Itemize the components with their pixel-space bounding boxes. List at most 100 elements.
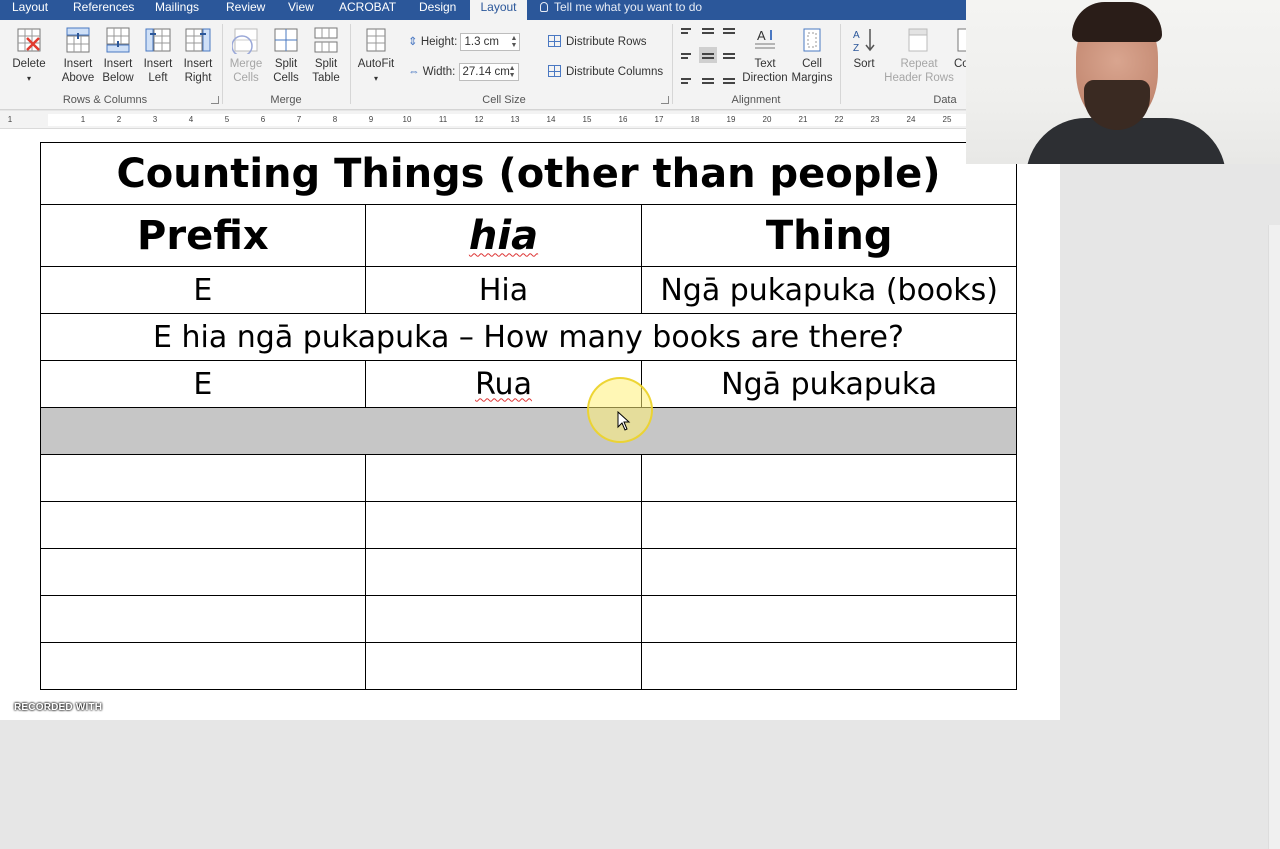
insert-above-button[interactable]: Insert Above [58,24,98,85]
cell-prefix: E [193,366,213,402]
row-height-value: 1.3 cm [464,35,499,48]
align-middle-left-icon[interactable] [678,47,696,63]
table-cell[interactable]: hia [364,204,643,267]
cell-margins-button[interactable]: Cell Margins [790,24,834,85]
table-row [40,548,1017,596]
table-cell[interactable]: E [40,266,366,314]
ruler-tick: 21 [798,115,808,124]
repeat-header-rows-icon [908,28,928,52]
counting-table[interactable]: Counting Things (other than people) Pref… [40,142,1017,690]
ruler-tick: 25 [942,115,952,124]
spin-arrows-icon[interactable]: ▲ ▼ [509,65,516,79]
sort-button[interactable]: AZ Sort [844,24,884,71]
insert-left-button[interactable]: Insert Left [138,24,178,85]
table-cell[interactable]: Prefix [40,204,366,267]
table-cell[interactable] [641,501,1017,549]
table-cell[interactable]: Ngā pukapuka (books) [641,266,1017,314]
cell-sentence: E hia ngā pukapuka – How many books are … [153,319,904,355]
align-middle-right-icon[interactable] [720,47,738,63]
table-cell[interactable] [641,642,1017,690]
table-cell[interactable] [40,595,366,643]
ruler-tick: 22 [834,115,844,124]
align-top-center-icon[interactable] [699,24,717,40]
repeat-header-rows-label: Repeat Header Rows [884,58,954,84]
text-direction-button[interactable]: A Text Direction [740,24,790,85]
merge-cells-icon [232,28,258,54]
align-bottom-center-icon[interactable] [699,70,717,86]
tab-design[interactable]: Design [413,0,462,20]
table-cell[interactable]: E [40,360,366,408]
insert-below-button[interactable]: Insert Below [98,24,138,85]
tab-references[interactable]: References [67,0,140,20]
table-cell[interactable] [364,642,643,690]
table-cell[interactable] [641,454,1017,502]
align-top-right-icon[interactable] [720,24,738,40]
cell-thing: Ngā pukapuka [721,366,938,402]
row-height-input[interactable]: 1.3 cm ▲ ▼ [460,32,521,51]
vertical-scrollbar[interactable] [1268,225,1280,849]
ruler-tick: 19 [726,115,736,124]
split-cells-button[interactable]: Split Cells [266,24,306,85]
delete-button[interactable]: Delete ▾ [8,24,50,86]
table-cell[interactable] [40,642,366,690]
convert-to-text-label: Co [954,58,966,70]
dialog-launcher-icon[interactable] [211,96,219,104]
tab-acrobat[interactable]: ACROBAT [333,0,402,20]
group-label-alignment: Alignment [731,94,781,106]
ruler-tick: 23 [870,115,880,124]
dialog-launcher-icon[interactable] [661,96,669,104]
distribute-columns-button[interactable]: Distribute Columns [548,62,663,82]
merge-cells-button[interactable]: Merge Cells [226,24,266,85]
group-label-cell-size: Cell Size [482,94,526,106]
split-table-icon [314,27,338,53]
table-cell[interactable]: Ngā pukapuka [641,360,1017,408]
spin-arrows-icon[interactable]: ▲ ▼ [511,35,518,49]
table-cell[interactable] [364,595,643,643]
align-bottom-right-icon[interactable] [720,70,738,86]
table-cell[interactable] [364,454,643,502]
sort-icon: AZ [853,29,875,54]
table-cell[interactable] [40,454,366,502]
table-cell[interactable] [364,548,643,596]
table-cell[interactable]: Hia [364,266,643,314]
align-bottom-left-icon[interactable] [678,70,696,86]
merged-selected-cell[interactable] [40,407,1017,455]
lightbulb-icon [540,2,548,12]
tab-layout-table[interactable]: Layout [470,0,527,20]
presenter-hair [1072,2,1162,42]
tab-layout-page[interactable]: Layout [6,0,54,20]
insert-right-button[interactable]: Insert Right [178,24,218,85]
align-center-icon[interactable] [699,47,717,63]
document-page[interactable]: Counting Things (other than people) Pref… [0,129,1060,720]
convert-to-text-button[interactable]: Co [954,24,966,71]
table-cell[interactable] [641,548,1017,596]
ruler-tick: 3 [152,115,158,124]
repeat-header-rows-button[interactable]: Repeat Header Rows [884,24,954,85]
table-cell[interactable] [40,548,366,596]
split-table-label: Split Table [312,58,340,84]
header-prefix: Prefix [137,212,269,259]
tab-review[interactable]: Review [220,0,271,20]
table-title-cell[interactable]: Counting Things (other than people) [40,142,1017,205]
selected-table-row [40,407,1017,455]
autofit-button[interactable]: AutoFit ▾ [354,24,398,86]
svg-text:A: A [757,28,766,43]
ruler-tick: 14 [546,115,556,124]
split-table-button[interactable]: Split Table [306,24,346,85]
tab-mailings[interactable]: Mailings [149,0,205,20]
insert-right-label: Insert Right [183,58,213,84]
horizontal-ruler[interactable]: 1 1 2 3 4 5 6 7 8 9 10 11 12 13 14 15 16… [0,111,966,129]
table-cell[interactable]: E hia ngā pukapuka – How many books are … [40,313,1017,361]
table-cell[interactable] [40,501,366,549]
table-cell[interactable] [641,595,1017,643]
align-top-left-icon[interactable] [678,24,696,40]
column-width-input[interactable]: 27.14 cm ▲ ▼ [458,62,519,81]
table-cell[interactable] [364,501,643,549]
cell-margins-icon [803,28,821,52]
distribute-rows-button[interactable]: Distribute Rows [548,32,647,52]
tab-view[interactable]: View [282,0,320,20]
ruler-tick: 1 [7,115,13,124]
group-divider [672,24,673,104]
table-cell[interactable]: Thing [641,204,1017,267]
tell-me-box[interactable]: Tell me what you want to do [540,0,702,20]
